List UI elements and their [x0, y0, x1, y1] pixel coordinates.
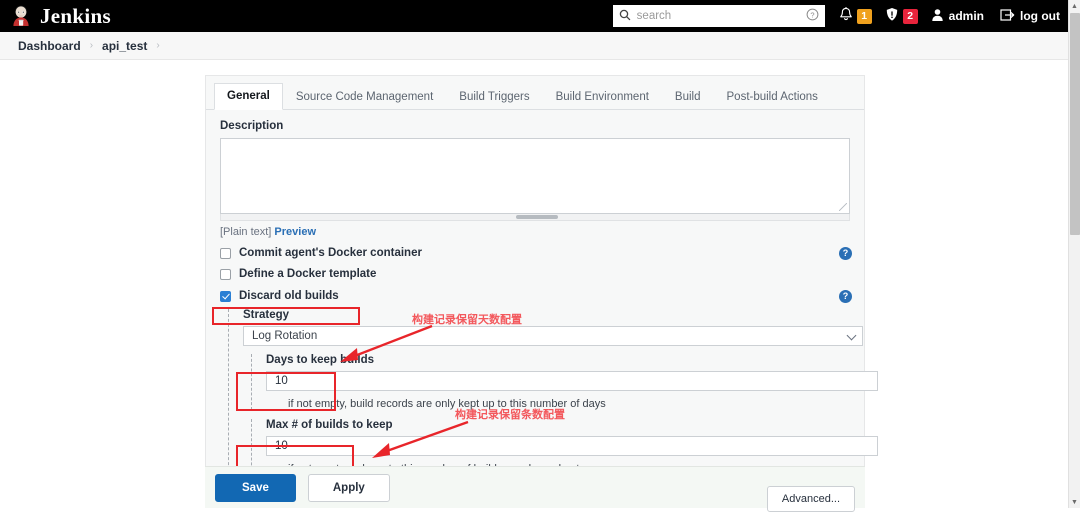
days-to-keep-value: 10 [275, 375, 288, 387]
user-name: admin [948, 9, 985, 23]
days-to-keep-input[interactable]: 10 [266, 371, 878, 391]
description-textarea[interactable] [220, 138, 850, 214]
breadcrumb-item-api-test[interactable]: api_test [102, 39, 147, 53]
save-button[interactable]: Save [215, 473, 296, 502]
breadcrumb: Dashboard › api_test › [0, 32, 1068, 60]
logout-button[interactable]: log out [1000, 8, 1060, 25]
strategy-label: Strategy [243, 309, 290, 321]
page-scrollbar[interactable]: ▲ ▼ [1068, 0, 1080, 508]
strategy-selected-value: Log Rotation [252, 330, 318, 342]
annotation-arrow-days [340, 324, 433, 362]
checkbox-row-discard-old-builds[interactable]: Discard old builds ? [220, 289, 852, 303]
checkbox-row-commit-agent-docker[interactable]: Commit agent's Docker container ? [220, 246, 852, 260]
help-icon-commit-agent-docker[interactable]: ? [839, 246, 852, 260]
tab-source-code-management[interactable]: Source Code Management [283, 84, 446, 110]
brand-title: Jenkins [40, 3, 111, 28]
tab-build[interactable]: Build [662, 84, 714, 110]
svg-text:?: ? [810, 10, 814, 19]
help-icon-discard-old-builds[interactable]: ? [839, 289, 852, 303]
description-label: Description [220, 120, 284, 132]
security-button[interactable]: 2 [885, 7, 918, 25]
search-input[interactable] [630, 9, 806, 23]
tab-build-triggers[interactable]: Build Triggers [446, 84, 542, 110]
header-actions: ? 1 2 [612, 5, 1068, 27]
bell-icon [839, 7, 853, 25]
search-icon [619, 9, 631, 24]
max-builds-input[interactable]: 10 [266, 436, 878, 456]
general-form: Description [Plain text] Preview Commit … [206, 110, 878, 509]
annotation-arrow-count [372, 420, 469, 458]
person-icon [931, 8, 944, 25]
notification-count-badge[interactable]: 1 [856, 8, 872, 24]
checkbox-label-commit-agent-docker: Commit agent's Docker container [239, 247, 422, 259]
help-circle-icon[interactable]: ? [806, 8, 819, 24]
checkbox-define-docker-template[interactable] [220, 268, 231, 280]
brand[interactable]: Jenkins [0, 4, 111, 29]
plain-text-note: [Plain text] [220, 226, 272, 238]
config-tabbar: General Source Code Management Build Tri… [206, 76, 864, 110]
checkbox-discard-old-builds[interactable] [220, 290, 231, 302]
search-box[interactable]: ? [612, 5, 825, 27]
breadcrumb-separator-icon: › [89, 40, 94, 51]
security-count-badge[interactable]: 2 [902, 8, 918, 24]
jenkins-butler-icon [10, 5, 32, 27]
scrollbar-thumb[interactable] [516, 215, 559, 219]
tab-general[interactable]: General [214, 83, 283, 110]
checkbox-label-define-docker-template: Define a Docker template [239, 268, 377, 280]
breadcrumb-separator-icon-2: › [156, 40, 160, 51]
tab-build-environment[interactable]: Build Environment [543, 84, 662, 110]
logout-label: log out [1020, 9, 1060, 23]
logout-icon [1000, 8, 1015, 25]
scroll-down-arrow-icon[interactable]: ▼ [1069, 496, 1080, 508]
checkbox-label-discard-old-builds: Discard old builds [239, 290, 339, 302]
app-header: Jenkins ? [0, 0, 1068, 32]
scrollbar-thumb[interactable] [1070, 13, 1080, 235]
resize-handle-icon[interactable] [839, 203, 847, 211]
chevron-down-icon[interactable] [846, 330, 857, 341]
shield-alert-icon [885, 7, 899, 25]
scroll-up-arrow-icon[interactable]: ▲ [1069, 0, 1080, 12]
preview-link[interactable]: Preview [274, 226, 316, 238]
days-to-keep-hint: if not empty, build records are only kep… [288, 398, 606, 410]
max-builds-value: 10 [275, 440, 288, 452]
checkbox-commit-agent-docker[interactable] [220, 247, 231, 259]
apply-button[interactable]: Apply [307, 473, 390, 502]
notifications-button[interactable]: 1 [839, 7, 872, 25]
form-action-bar: Save Apply Advanced... [205, 466, 865, 512]
breadcrumb-item-dashboard[interactable]: Dashboard [18, 39, 81, 53]
tab-post-build-actions[interactable]: Post-build Actions [714, 84, 831, 110]
description-footer: [Plain text] Preview [220, 226, 850, 238]
strategy-section: Strategy Log Rotation Days to keep build… [228, 309, 878, 475]
checkbox-row-define-docker-template[interactable]: Define a Docker template [220, 268, 850, 280]
description-horizontal-scrollbar[interactable] [220, 214, 850, 221]
user-menu[interactable]: admin [931, 8, 984, 25]
job-config-panel: General Source Code Management Build Tri… [205, 75, 878, 509]
